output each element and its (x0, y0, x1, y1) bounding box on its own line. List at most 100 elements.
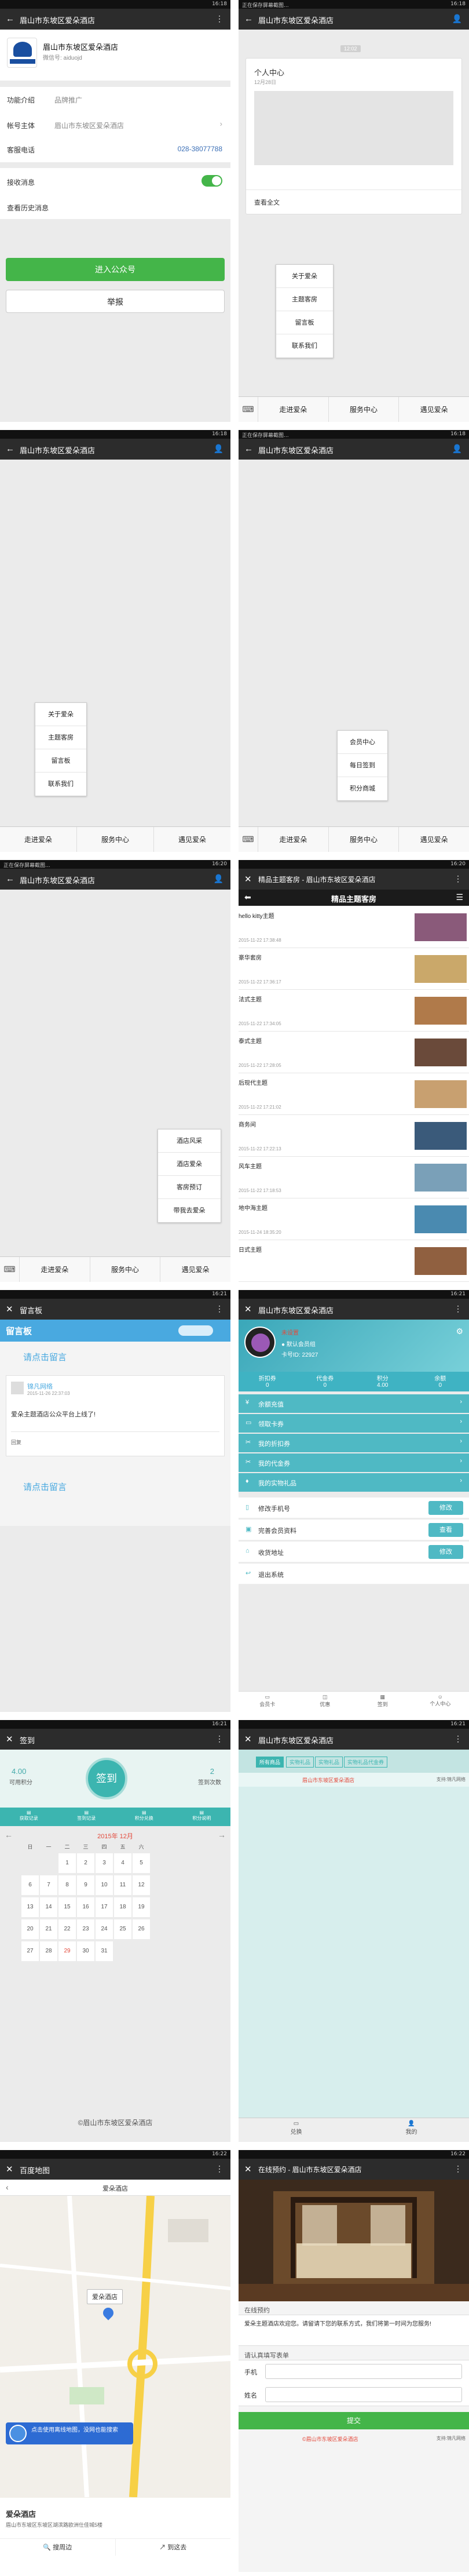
tab-offers[interactable]: ◫ 优惠 (296, 1692, 354, 1712)
more-icon[interactable]: ⋮ (454, 874, 462, 884)
keyboard-icon[interactable]: ⌨ (239, 827, 258, 852)
keyboard-icon[interactable]: ⌨ (239, 397, 258, 422)
quick-exchange[interactable]: ▤ 积分兑换 (115, 1808, 173, 1826)
user-icon[interactable]: 👤 (452, 14, 462, 24)
menu-service[interactable]: 服务中心 (90, 1257, 161, 1282)
calendar-day[interactable]: 9 (77, 1875, 94, 1895)
route-button[interactable]: ↗ 到这去 (116, 2539, 231, 2556)
calendar-day[interactable]: 15 (58, 1897, 76, 1917)
calendar-day[interactable]: 7 (40, 1875, 57, 1895)
room-item[interactable]: 豪华套房 2015-11-22 17:36:17 (239, 949, 469, 990)
calendar-day[interactable]: 3 (96, 1853, 113, 1873)
more-icon[interactable]: ⋮ (454, 1304, 462, 1314)
enter-account-button[interactable]: 进入公众号 (6, 258, 225, 281)
quick-get[interactable]: ▤ 获取记录 (0, 1808, 58, 1826)
calendar-day[interactable]: 8 (58, 1875, 76, 1895)
article-card[interactable]: 个人中心 12月28日 查看全文 (246, 58, 462, 214)
subject-value[interactable]: 眉山市东坡区爱朵酒店 (54, 121, 124, 130)
calendar-day[interactable]: 31 (96, 1941, 113, 1961)
member-menu-item[interactable]: ♦ 我的实物礼品 › (239, 1473, 469, 1492)
leave-message-link[interactable]: 请点击留言 (23, 1351, 67, 1363)
menu-meet[interactable]: 遇见爱朵 (160, 1257, 230, 1282)
calendar-day[interactable]: 19 (133, 1897, 150, 1917)
menu-about[interactable]: 走进爱朵 (0, 827, 77, 852)
popup-item[interactable]: 酒店风采 (158, 1129, 221, 1153)
member-menu-item[interactable]: ¥ 余额充值 › (239, 1394, 469, 1413)
user-icon[interactable]: 👤 (452, 444, 462, 454)
close-icon[interactable]: ← (244, 14, 253, 24)
back-icon[interactable]: ← (244, 444, 253, 454)
calendar-day[interactable]: 4 (114, 1853, 131, 1873)
user-icon[interactable]: 👤 (214, 444, 223, 454)
back-icon[interactable]: ← (6, 874, 14, 884)
more-icon[interactable]: ⋮ (215, 1734, 223, 1744)
tab-signin[interactable]: ▦ 签到 (354, 1692, 412, 1712)
calendar-day[interactable]: 20 (21, 1919, 39, 1939)
room-item[interactable]: 后现代主题 2015-11-22 17:21:02 (239, 1074, 469, 1115)
calendar-day[interactable]: 22 (58, 1919, 76, 1939)
calendar-day[interactable]: 25 (114, 1919, 131, 1939)
stat-points[interactable]: 积分 4.00 (354, 1372, 412, 1391)
member-menu-item[interactable]: ✂ 我的折扣券 › (239, 1434, 469, 1452)
calendar-day[interactable]: 11 (114, 1875, 131, 1895)
member-menu-item[interactable]: ✂ 我的代金券 › (239, 1453, 469, 1472)
tab-profile[interactable]: ☺ 个人中心 (412, 1692, 469, 1712)
quick-records[interactable]: ▤ 签到记录 (58, 1808, 116, 1826)
popup-item[interactable]: 会员中心 (338, 731, 387, 754)
tab-all[interactable]: 所有商品 (256, 1757, 284, 1768)
popup-item[interactable]: 主题客房 (35, 726, 86, 749)
read-more[interactable]: 查看全文 (254, 198, 280, 207)
settings-icon[interactable]: ⚙ (456, 1327, 463, 1336)
menu-service[interactable]: 服务中心 (77, 827, 154, 852)
calendar-day[interactable]: 26 (133, 1919, 150, 1939)
calendar-day[interactable]: 29 (58, 1941, 76, 1961)
quick-help[interactable]: ▤ 积分说明 (173, 1808, 231, 1826)
action-button[interactable]: 修改 (428, 1545, 463, 1559)
calendar-day[interactable]: 16 (77, 1897, 94, 1917)
close-icon[interactable]: ✕ (244, 1734, 252, 1744)
leave-message-link-2[interactable]: 请点击留言 (23, 1481, 67, 1493)
stat-voucher[interactable]: 代金券 0 (296, 1372, 354, 1391)
report-button[interactable]: 举报 (6, 290, 225, 313)
close-icon[interactable]: ✕ (6, 1304, 13, 1314)
room-item[interactable]: hello kitty主题 2015-11-22 17:38:48 (239, 908, 469, 948)
popup-item[interactable]: 酒店爱朵 (158, 1153, 221, 1176)
more-icon[interactable]: ⋮ (454, 2164, 462, 2174)
tab-exchange[interactable]: ▭ 兑换 (239, 2118, 354, 2142)
room-item[interactable]: 风车主题 2015-11-22 17:18:53 (239, 1158, 469, 1198)
offline-tip[interactable]: 点击使用离线地图，没网也能搜索 (6, 2422, 133, 2444)
menu-service[interactable]: 服务中心 (329, 827, 400, 852)
room-item[interactable]: 商务间 2015-11-22 17:22:13 (239, 1116, 469, 1157)
calendar-day[interactable]: 24 (96, 1919, 113, 1939)
calendar-day[interactable]: 12 (133, 1875, 150, 1895)
more-icon[interactable]: ⋮ (215, 14, 223, 24)
calendar-day[interactable]: 1 (58, 1853, 76, 1873)
more-icon[interactable]: ⋮ (215, 2164, 223, 2174)
close-icon[interactable]: ✕ (244, 2164, 252, 2174)
calendar-day[interactable]: 17 (96, 1897, 113, 1917)
close-icon[interactable]: ✕ (244, 874, 252, 884)
calendar-day[interactable]: 10 (96, 1875, 113, 1895)
receive-toggle[interactable] (201, 175, 222, 187)
tab-gift-1[interactable]: 实物礼品 (286, 1757, 314, 1768)
calendar-day[interactable]: 18 (114, 1897, 131, 1917)
room-item[interactable]: 泰式主题 2015-11-22 17:28:05 (239, 1033, 469, 1073)
tab-voucher[interactable]: 实物礼品代金券 (344, 1757, 388, 1768)
stat-coupon[interactable]: 折扣券 0 (239, 1372, 296, 1391)
popup-item[interactable]: 主题客房 (276, 288, 333, 311)
popup-item[interactable]: 客房预订 (158, 1176, 221, 1199)
user-icon[interactable]: 👤 (214, 874, 223, 884)
menu-meet[interactable]: 遇见爱朵 (154, 827, 230, 852)
menu-about[interactable]: 走进爱朵 (258, 827, 329, 852)
reply-label[interactable]: 回复 (11, 1438, 21, 1446)
close-icon[interactable]: ✕ (244, 1304, 252, 1314)
action-button[interactable]: 修改 (428, 1501, 463, 1515)
tab-gift-2[interactable]: 实物礼品 (315, 1757, 343, 1768)
popup-item[interactable]: 留言板 (276, 311, 333, 334)
name-input[interactable] (265, 2387, 462, 2402)
popup-item[interactable]: 每日签到 (338, 754, 387, 777)
action-button[interactable]: 查看 (428, 1523, 463, 1537)
history-link[interactable]: 查看历史消息 (7, 203, 49, 213)
menu-about[interactable]: 走进爱朵 (258, 397, 329, 422)
calendar-day[interactable]: 2 (77, 1853, 94, 1873)
